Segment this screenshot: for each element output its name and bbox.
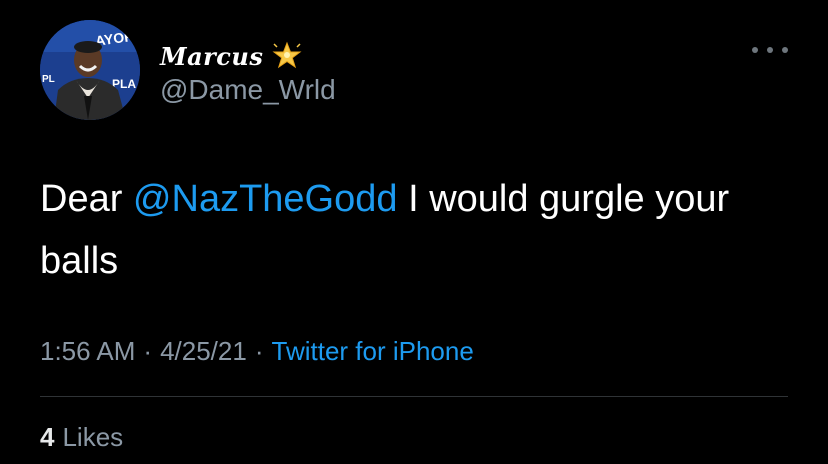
tweet-meta: 1:56 AM · 4/25/21 · Twitter for iPhone [40, 336, 474, 367]
tweet-text: Dear @NazTheGodd I would gurgle your bal… [40, 168, 800, 292]
avatar-image: AYOFFS PLA PL [40, 20, 140, 120]
author-name-row[interactable]: Marcus [160, 38, 303, 74]
mention-link[interactable]: @NazTheGodd [133, 178, 398, 220]
dot [782, 47, 788, 53]
likes-count: 4 [40, 422, 55, 452]
divider [40, 396, 788, 397]
tweet-source-link[interactable]: Twitter for iPhone [272, 336, 474, 367]
tweet-time[interactable]: 1:56 AM [40, 336, 135, 367]
avatar[interactable]: AYOFFS PLA PL [40, 20, 140, 120]
likes-label: Likes [62, 422, 124, 452]
author-handle[interactable]: @Dame_Wrld [160, 74, 336, 106]
glowing-star-icon [271, 40, 303, 72]
dot [767, 47, 773, 53]
tweet-card: AYOFFS PLA PL Marcus @Dame_Wrld Dear @Na… [0, 0, 828, 464]
tweet-text-before: Dear [40, 178, 133, 220]
more-options-icon[interactable] [752, 42, 788, 58]
svg-text:PL: PL [42, 74, 55, 85]
dot [752, 47, 758, 53]
meta-separator: · [143, 336, 153, 366]
tweet-date[interactable]: 4/25/21 [160, 336, 247, 367]
display-name[interactable]: Marcus [160, 42, 263, 71]
likes-stat[interactable]: 4 Likes [40, 422, 123, 453]
meta-separator: · [254, 336, 264, 366]
